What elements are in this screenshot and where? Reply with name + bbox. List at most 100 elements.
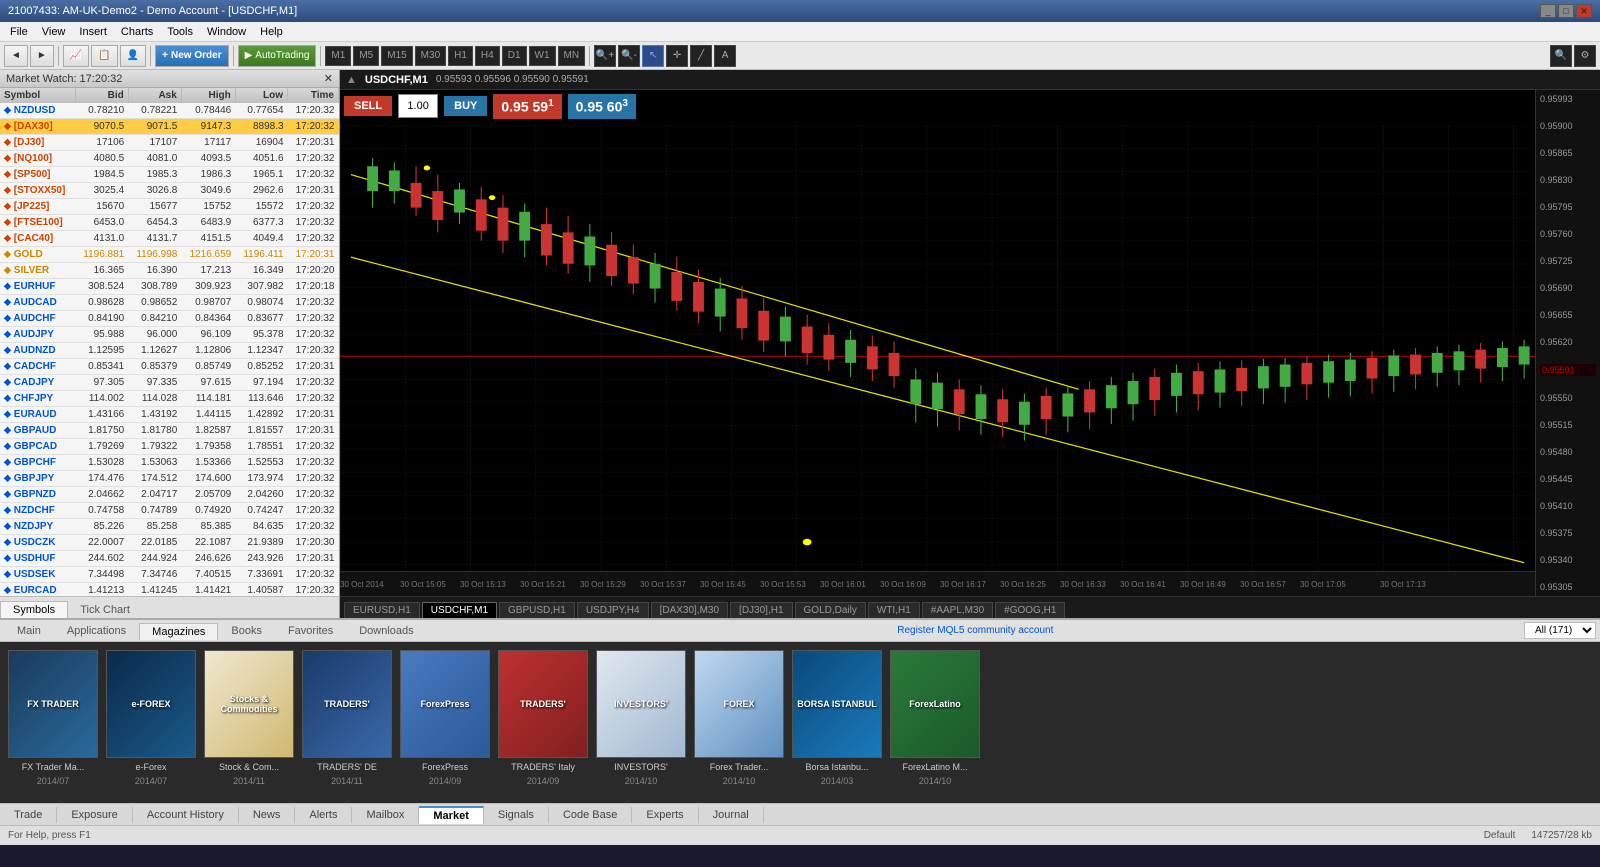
table-row[interactable]: ⬥ GBPAUD 1.81750 1.81780 1.82587 1.81557… — [0, 423, 339, 439]
period-h4[interactable]: H4 — [475, 46, 500, 66]
register-link[interactable]: Register MQL5 community account — [897, 625, 1053, 636]
magazine-item[interactable]: e-FOREX e-Forex2014/07 — [106, 650, 196, 786]
tab-favorites[interactable]: Favorites — [275, 622, 346, 639]
lot-size-input[interactable] — [398, 94, 438, 118]
magazine-item[interactable]: Stocks & Commodities Stock & Com...2014/… — [204, 650, 294, 786]
magazine-item[interactable]: INVESTORS' INVESTORS'2014/10 — [596, 650, 686, 786]
nav-account-history[interactable]: Account History — [133, 807, 239, 823]
table-row[interactable]: ⬥ [DJ30] 17106 17107 17117 16904 17:20:3… — [0, 135, 339, 151]
sell-button[interactable]: SELL — [344, 96, 392, 116]
table-row[interactable]: ⬥ GBPCAD 1.79269 1.79322 1.79358 1.78551… — [0, 439, 339, 455]
nav-experts[interactable]: Experts — [632, 807, 698, 823]
profiles-button[interactable]: 👤 — [120, 45, 146, 67]
nav-mailbox[interactable]: Mailbox — [352, 807, 419, 823]
minimize-button[interactable]: _ — [1540, 4, 1556, 18]
table-row[interactable]: ⬥ GBPCHF 1.53028 1.53063 1.53366 1.52553… — [0, 455, 339, 471]
magazine-item[interactable]: BORSA ISTANBUL Borsa Istanbu...2014/03 — [792, 650, 882, 786]
nav-market[interactable]: Market — [419, 806, 483, 824]
nav-news[interactable]: News — [239, 807, 296, 823]
magazine-item[interactable]: FOREX Forex Trader...2014/10 — [694, 650, 784, 786]
table-row[interactable]: ⬥ [STOXX50] 3025.4 3026.8 3049.6 2962.6 … — [0, 183, 339, 199]
tab-aapl-m30[interactable]: #AAPL,M30 — [922, 602, 993, 618]
back-button[interactable]: ◄ — [4, 45, 28, 67]
table-row[interactable]: ⬥ USDHUF 244.602 244.924 246.626 243.926… — [0, 551, 339, 567]
table-row[interactable]: ⬥ EURHUF 308.524 308.789 309.923 307.982… — [0, 279, 339, 295]
nav-code-base[interactable]: Code Base — [549, 807, 632, 823]
tab-applications[interactable]: Applications — [54, 622, 139, 639]
zoom-in-button[interactable]: 🔍+ — [594, 45, 616, 67]
tab-downloads[interactable]: Downloads — [346, 622, 426, 639]
menu-help[interactable]: Help — [254, 25, 289, 39]
table-row[interactable]: ⬥ GBPNZD 2.04662 2.04717 2.05709 2.04260… — [0, 487, 339, 503]
filter-dropdown[interactable]: All (171) — [1524, 622, 1596, 639]
chart-canvas-area[interactable]: SELL BUY 0.95 591 0.95 603 — [340, 90, 1600, 596]
line-button[interactable]: ╱ — [690, 45, 712, 67]
tab-wti-h1[interactable]: WTI,H1 — [868, 602, 920, 618]
period-h1[interactable]: H1 — [448, 46, 473, 66]
close-icon[interactable]: ✕ — [324, 72, 333, 85]
table-row[interactable]: ⬥ EURAUD 1.43166 1.43192 1.44115 1.42892… — [0, 407, 339, 423]
table-row[interactable]: ⬥ SILVER 16.365 16.390 17.213 16.349 17:… — [0, 263, 339, 279]
magazine-item[interactable]: TRADERS' TRADERS' Italy2014/09 — [498, 650, 588, 786]
table-row[interactable]: ⬥ CHFJPY 114.002 114.028 114.181 113.646… — [0, 391, 339, 407]
tab-main[interactable]: Main — [4, 622, 54, 639]
autotrading-button[interactable]: ▶ AutoTrading — [238, 45, 317, 67]
period-m5[interactable]: M5 — [353, 46, 379, 66]
table-row[interactable]: ⬥ CADJPY 97.305 97.335 97.615 97.194 17:… — [0, 375, 339, 391]
tab-gbpusd-h1[interactable]: GBPUSD,H1 — [499, 602, 575, 618]
menu-file[interactable]: File — [4, 25, 34, 39]
tab-usdjpy-h4[interactable]: USDJPY,H4 — [577, 602, 649, 618]
table-row[interactable]: ⬥ NZDJPY 85.226 85.258 85.385 84.635 17:… — [0, 519, 339, 535]
tab-dax30-m30[interactable]: [DAX30],M30 — [651, 602, 728, 618]
menu-charts[interactable]: Charts — [115, 25, 159, 39]
magazine-item[interactable]: TRADERS' TRADERS' DE2014/11 — [302, 650, 392, 786]
tab-eurusd-h1[interactable]: EURUSD,H1 — [344, 602, 420, 618]
maximize-button[interactable]: □ — [1558, 4, 1574, 18]
period-m15[interactable]: M15 — [381, 46, 412, 66]
table-row[interactable]: ⬥ USDSEK 7.34498 7.34746 7.40515 7.33691… — [0, 567, 339, 583]
tab-dj30-h1[interactable]: [DJ30],H1 — [730, 602, 792, 618]
magazine-item[interactable]: ForexLatino ForexLatino M...2014/10 — [890, 650, 980, 786]
period-d1[interactable]: D1 — [502, 46, 527, 66]
new-order-button[interactable]: + New Order — [155, 45, 228, 67]
menu-window[interactable]: Window — [201, 25, 252, 39]
table-row[interactable]: ⬥ [FTSE100] 6453.0 6454.3 6483.9 6377.3 … — [0, 215, 339, 231]
table-row[interactable]: ⬥ [SP500] 1984.5 1985.3 1986.3 1965.1 17… — [0, 167, 339, 183]
search-button[interactable]: 🔍 — [1550, 45, 1572, 67]
tab-symbols[interactable]: Symbols — [0, 601, 68, 618]
text-button[interactable]: A — [714, 45, 736, 67]
table-row[interactable]: ⬥ AUDJPY 95.988 96.000 96.109 95.378 17:… — [0, 327, 339, 343]
period-mn[interactable]: MN — [558, 46, 586, 66]
forward-button[interactable]: ► — [30, 45, 54, 67]
table-row[interactable]: ⬥ NZDUSD 0.78210 0.78221 0.78446 0.77654… — [0, 103, 339, 119]
tab-goog-h1[interactable]: #GOOG,H1 — [995, 602, 1065, 618]
menu-insert[interactable]: Insert — [73, 25, 113, 39]
table-row[interactable]: ⬥ USDCZK 22.0007 22.0185 22.1087 21.9389… — [0, 535, 339, 551]
table-row[interactable]: ⬥ AUDNZD 1.12595 1.12627 1.12806 1.12347… — [0, 343, 339, 359]
settings-button[interactable]: ⚙ — [1574, 45, 1596, 67]
zoom-out-button[interactable]: 🔍- — [618, 45, 640, 67]
menu-tools[interactable]: Tools — [161, 25, 199, 39]
table-row[interactable]: ⬥ CADCHF 0.85341 0.85379 0.85749 0.85252… — [0, 359, 339, 375]
period-w1[interactable]: W1 — [529, 46, 556, 66]
table-row[interactable]: ⬥ [JP225] 15670 15677 15752 15572 17:20:… — [0, 199, 339, 215]
table-row[interactable]: ⬥ AUDCHF 0.84190 0.84210 0.84364 0.83677… — [0, 311, 339, 327]
crosshair-button[interactable]: ✛ — [666, 45, 688, 67]
tab-gold-daily[interactable]: GOLD,Daily — [795, 602, 866, 618]
period-m1[interactable]: M1 — [325, 46, 351, 66]
tab-books[interactable]: Books — [218, 622, 275, 639]
nav-trade[interactable]: Trade — [0, 807, 57, 823]
table-row[interactable]: ⬥ [NQ100] 4080.5 4081.0 4093.5 4051.6 17… — [0, 151, 339, 167]
magazine-item[interactable]: ForexPress ForexPress2014/09 — [400, 650, 490, 786]
buy-button[interactable]: BUY — [444, 96, 487, 116]
new-chart-button[interactable]: 📈 — [63, 45, 89, 67]
table-row[interactable]: ⬥ GBPJPY 174.476 174.512 174.600 173.974… — [0, 471, 339, 487]
close-button[interactable]: ✕ — [1576, 4, 1592, 18]
templates-button[interactable]: 📋 — [91, 45, 117, 67]
cursor-button[interactable]: ↖ — [642, 45, 664, 67]
menu-view[interactable]: View — [36, 25, 72, 39]
table-row[interactable]: ⬥ EURCAD 1.41213 1.41245 1.41421 1.40587… — [0, 583, 339, 597]
period-m30[interactable]: M30 — [415, 46, 446, 66]
tab-tick-chart[interactable]: Tick Chart — [68, 602, 142, 618]
nav-journal[interactable]: Journal — [699, 807, 764, 823]
